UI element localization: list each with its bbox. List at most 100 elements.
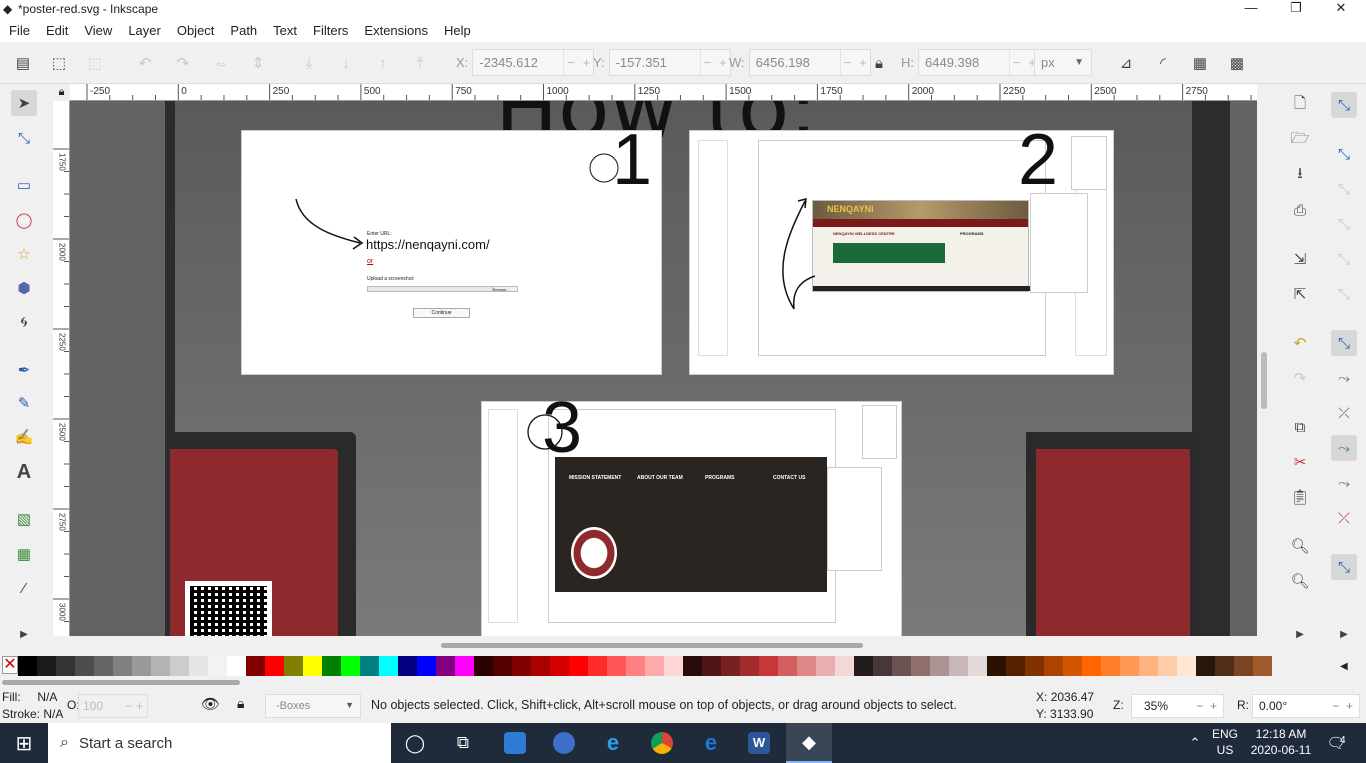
snap-paths-icon[interactable]: ⤳ (1331, 365, 1357, 391)
snap-intersections-icon[interactable]: ⤫ (1331, 400, 1357, 426)
export-icon[interactable]: ⇱ (1287, 281, 1313, 307)
color-swatch[interactable] (75, 656, 94, 676)
color-swatch[interactable] (170, 656, 189, 676)
open-document-icon[interactable]: 🗁 (1287, 127, 1313, 153)
color-swatch[interactable] (246, 656, 265, 676)
spiral-tool-icon[interactable]: 🌀︎ (11, 309, 37, 335)
raise-to-top-icon[interactable]: ⤒ (407, 50, 433, 76)
color-swatch[interactable] (778, 656, 797, 676)
color-swatch[interactable] (398, 656, 417, 676)
color-swatch[interactable] (1063, 656, 1082, 676)
horizontal-scrollbar[interactable] (70, 641, 1257, 651)
close-button[interactable]: ✕ (1318, 0, 1364, 18)
star-tool-icon[interactable]: ☆ (11, 241, 37, 267)
drawing-canvas[interactable]: How to: 1 Enter URL: https://nenqayni.co… (70, 101, 1257, 636)
lock-proportions-icon[interactable]: 🔒︎ (866, 50, 892, 76)
snap-nodes-icon[interactable]: ⤡ (1331, 330, 1357, 356)
chrome-icon[interactable] (644, 723, 680, 763)
color-swatch[interactable] (607, 656, 626, 676)
menu-layer[interactable]: Layer (120, 23, 169, 38)
import-icon[interactable]: ⇲ (1287, 246, 1313, 272)
color-swatch[interactable] (37, 656, 56, 676)
color-swatch[interactable] (987, 656, 1006, 676)
calligraphy-tool-icon[interactable]: ✍ (11, 424, 37, 450)
menu-file[interactable]: File (0, 23, 38, 38)
snap-midpoints-icon[interactable]: ⤫ (1331, 505, 1357, 531)
color-swatch[interactable] (759, 656, 778, 676)
color-swatch[interactable] (721, 656, 740, 676)
color-swatch[interactable] (1253, 656, 1272, 676)
color-swatch[interactable] (436, 656, 455, 676)
color-swatch[interactable] (1139, 656, 1158, 676)
lower-icon[interactable]: ↓ (333, 50, 359, 76)
menu-view[interactable]: View (76, 23, 120, 38)
scale-corners-icon[interactable]: ◜ (1150, 50, 1176, 76)
color-swatch[interactable] (455, 656, 474, 676)
flip-vertical-icon[interactable]: ⇕ (245, 50, 271, 76)
color-swatch[interactable] (835, 656, 854, 676)
print-document-icon[interactable]: ⎙ (1287, 197, 1313, 223)
h-field[interactable]: 6449.398− + (918, 49, 1040, 76)
maximize-button[interactable]: ❐ (1273, 0, 1319, 18)
color-swatch[interactable] (56, 656, 75, 676)
snap-smooth-nodes-icon[interactable]: ⤳ (1331, 470, 1357, 496)
color-swatch[interactable] (1196, 656, 1215, 676)
color-swatch[interactable] (132, 656, 151, 676)
3d-box-tool-icon[interactable]: ⬢ (11, 275, 37, 301)
layer-select[interactable]: -Boxes ▼ (265, 694, 361, 718)
pen-tool-icon[interactable]: ✒ (11, 357, 37, 383)
color-swatch[interactable] (208, 656, 227, 676)
internet-explorer-icon[interactable]: e (595, 723, 631, 763)
rotate-cw-icon[interactable]: ↷ (170, 50, 196, 76)
task-view-icon[interactable]: ⧉ (447, 723, 479, 763)
menu-object[interactable]: Object (169, 23, 223, 38)
dropper-tool-icon[interactable]: ⁄ (11, 575, 37, 601)
word-icon[interactable]: W (741, 723, 777, 763)
move-patterns-icon[interactable]: ▩ (1224, 50, 1250, 76)
tray-chevron-icon[interactable]: ⌃ (1183, 723, 1207, 763)
selector-tool-icon[interactable]: ➤ (11, 90, 37, 116)
color-swatch[interactable] (18, 656, 37, 676)
color-swatch[interactable] (1082, 656, 1101, 676)
color-swatch[interactable] (702, 656, 721, 676)
menu-filters[interactable]: Filters (305, 23, 356, 38)
undo-icon[interactable]: ↶ (1287, 330, 1313, 356)
flip-horizontal-icon[interactable]: ⇔ (208, 50, 234, 76)
zoom-selection-icon[interactable]: 🔍︎ (1287, 533, 1313, 559)
pencil-tool-icon[interactable]: ✎ (11, 390, 37, 416)
color-swatch[interactable] (284, 656, 303, 676)
y-field[interactable]: -157.351− + (608, 49, 731, 76)
step-2-panel[interactable]: 2 NENQAYNI NENQAYNI WELLNESS CENTRE PROG… (689, 120, 1114, 375)
horizontal-scroll-thumb[interactable] (441, 643, 863, 648)
color-swatch[interactable] (569, 656, 588, 676)
color-swatch[interactable] (1177, 656, 1196, 676)
color-swatch[interactable] (531, 656, 550, 676)
ellipse-tool-icon[interactable]: ◯ (11, 207, 37, 233)
mail-icon[interactable] (497, 723, 533, 763)
unit-select[interactable]: px ▼ (1034, 49, 1092, 76)
snap-bbox-centers-icon[interactable]: ⤡ (1331, 281, 1357, 307)
menu-extensions[interactable]: Extensions (356, 23, 436, 38)
opacity-field[interactable]: 100− + (78, 694, 148, 718)
color-swatch[interactable] (854, 656, 873, 676)
vertical-scroll-thumb[interactable] (1261, 352, 1267, 409)
color-swatch[interactable] (550, 656, 569, 676)
text-tool-icon[interactable]: A (11, 459, 37, 485)
scale-stroke-icon[interactable]: ⊿ (1113, 50, 1139, 76)
color-swatch[interactable] (113, 656, 132, 676)
toggle-layer-lock-icon[interactable]: 🔒︎ (237, 695, 244, 712)
copy-icon[interactable]: ⧉ (1287, 414, 1313, 440)
no-paint-swatch[interactable]: ✕ (2, 656, 18, 674)
snap-bbox-corners-icon[interactable]: ⤡ (1331, 211, 1357, 237)
snap-bbox-midpoints-icon[interactable]: ⤡ (1331, 246, 1357, 272)
color-swatch[interactable] (1234, 656, 1253, 676)
color-swatch[interactable] (816, 656, 835, 676)
cortana-icon[interactable]: ◯ (399, 723, 431, 763)
select-all-icon[interactable]: ▤ (10, 50, 36, 76)
color-swatch[interactable] (227, 656, 246, 676)
w-field[interactable]: 6456.198− + (748, 49, 871, 76)
step-1-panel[interactable]: 1 Enter URL: https://nenqayni.com/ or Up… (241, 120, 662, 375)
snap-more-icon[interactable]: ▶ (1331, 621, 1357, 647)
raise-icon[interactable]: ↑ (370, 50, 396, 76)
color-swatch[interactable] (94, 656, 113, 676)
